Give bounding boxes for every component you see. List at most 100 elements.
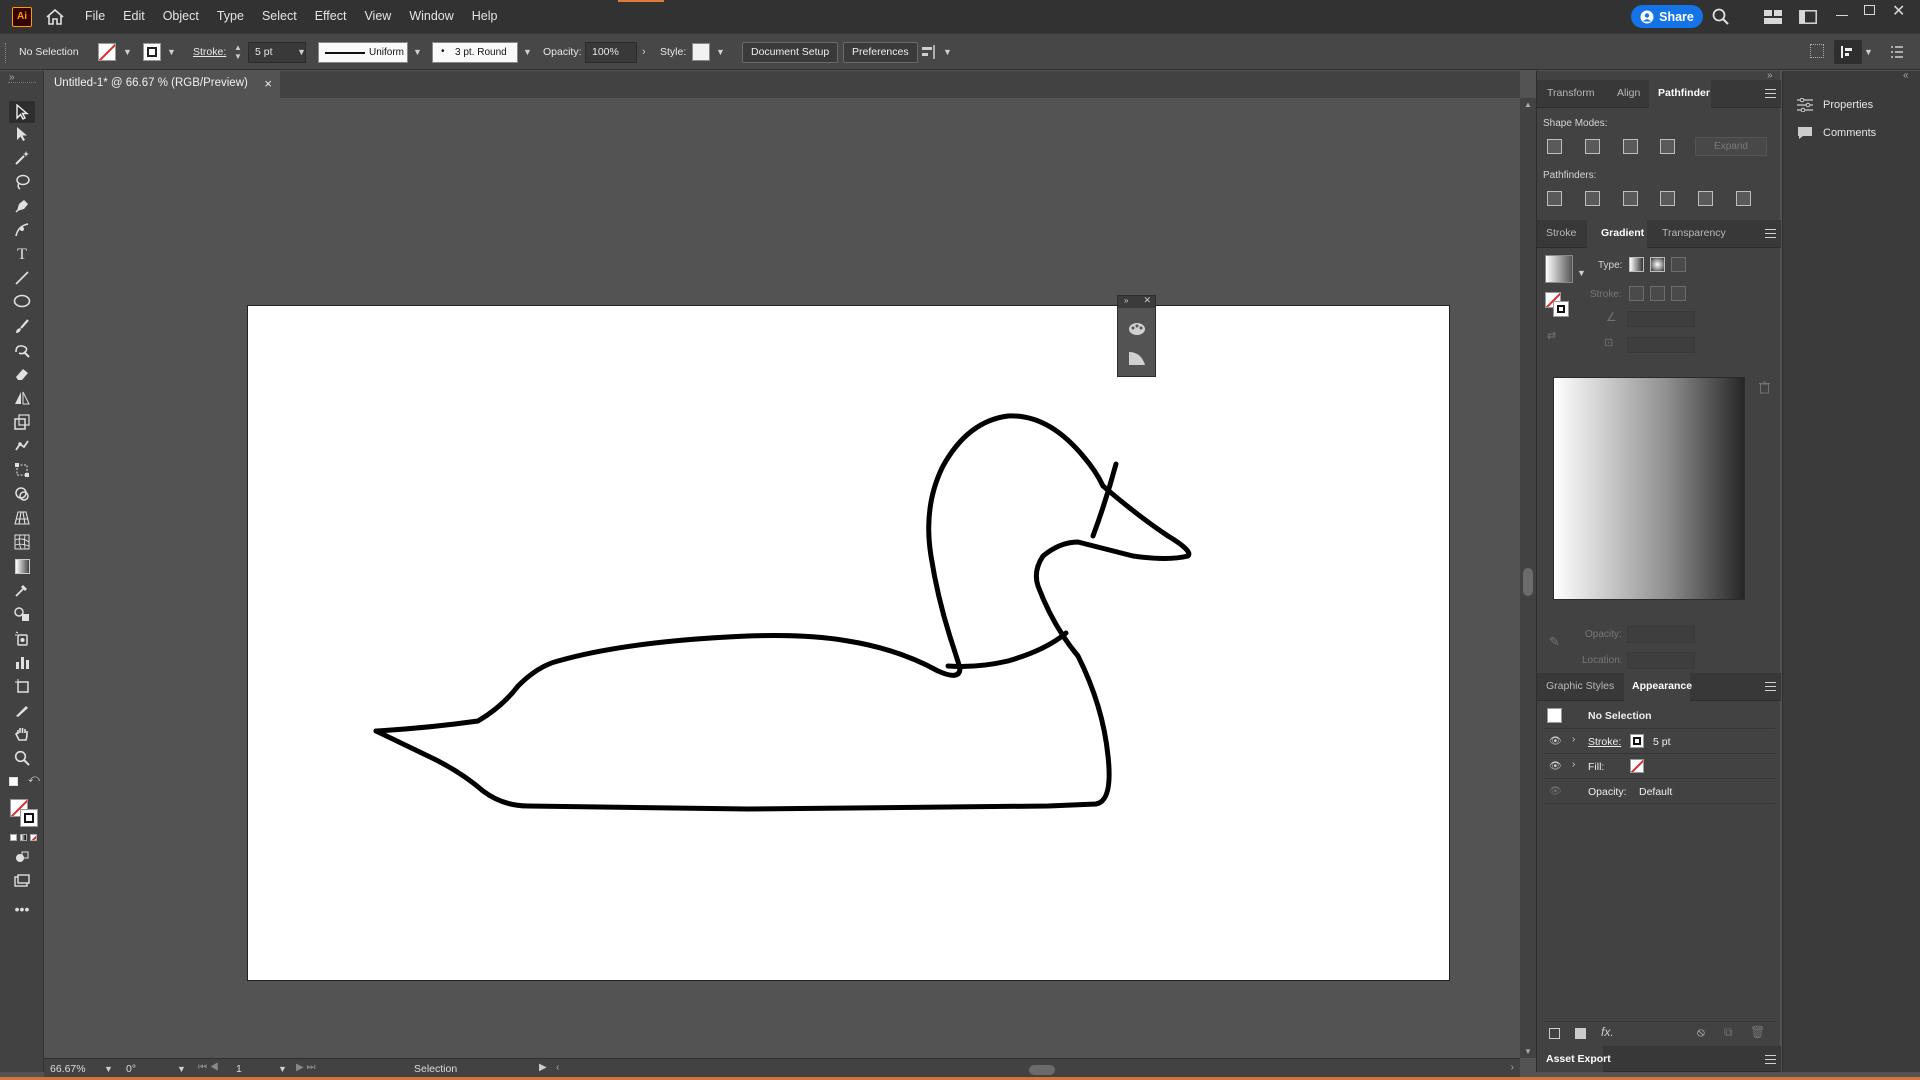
menu-type[interactable]: Type (208, 0, 253, 33)
arrange-documents-icon[interactable] (1799, 10, 1817, 27)
gradient-tool-icon[interactable] (12, 558, 32, 576)
direct-selection-tool-icon[interactable] (12, 126, 32, 144)
fill-visibility-eye-icon[interactable]: 👁 (1549, 761, 1562, 772)
appearance-panel-menu-icon[interactable] (1765, 682, 1776, 691)
hand-tool-icon[interactable] (12, 726, 32, 744)
angle-input[interactable] (1627, 311, 1695, 327)
freeform-gradient-icon[interactable] (1671, 257, 1686, 272)
artboard-next-icons[interactable]: ▶ ⏭ (296, 1062, 315, 1073)
appearance-fill-row[interactable]: 👁 › Fill: (1543, 754, 1775, 779)
unite-icon[interactable] (1547, 139, 1562, 154)
shaper-tool-icon[interactable] (12, 342, 32, 360)
close-panel-icon[interactable]: ✕ (1143, 295, 1151, 306)
stroke-weight-stepper-icon[interactable]: ▲ ▼ (234, 43, 242, 61)
tab-asset-export[interactable]: Asset Export (1546, 1053, 1611, 1065)
blend-tool-icon[interactable] (12, 606, 32, 624)
artboard[interactable] (247, 305, 1450, 981)
gradient-thumbnail[interactable] (1545, 255, 1573, 283)
default-fill-stroke-icon[interactable] (9, 777, 18, 786)
stroke-swatch-icon[interactable] (143, 43, 161, 61)
properties-toggle-icon[interactable] (1834, 40, 1862, 64)
document-setup-button[interactable]: Document Setup (742, 42, 839, 63)
swap-fill-stroke-icon[interactable]: ⤺ (28, 773, 40, 786)
opacity-visibility-eye-icon[interactable]: 👁 (1549, 786, 1562, 797)
screen-mode-icon[interactable] (12, 874, 32, 892)
preferences-button[interactable]: Preferences (843, 42, 918, 63)
status-menu-arrow-icon[interactable]: ▶ (539, 1062, 547, 1073)
tab-gradient[interactable]: Gradient (1601, 227, 1644, 239)
tab-transform[interactable]: Transform (1547, 87, 1594, 99)
shape-builder-tool-icon[interactable] (12, 486, 32, 504)
crop-icon[interactable] (1660, 191, 1675, 206)
menu-edit[interactable]: Edit (114, 0, 154, 33)
expand-dock-icon[interactable]: « (1903, 70, 1909, 81)
menu-effect[interactable]: Effect (306, 0, 356, 33)
artboard-dropdown-icon[interactable]: ▼ (278, 1064, 287, 1074)
menu-select[interactable]: Select (253, 0, 306, 33)
gradient-stroke-icon[interactable] (1553, 301, 1569, 317)
magic-wand-tool-icon[interactable] (12, 150, 32, 168)
expand-button[interactable]: Expand (1695, 137, 1767, 156)
lasso-tool-icon[interactable] (12, 174, 32, 192)
maximize-icon[interactable] (1864, 5, 1875, 15)
appearance-stroke-row[interactable]: 👁 › Stroke: 5 pt (1543, 729, 1775, 754)
selection-tool-icon[interactable] (9, 101, 35, 123)
outline-icon[interactable] (1698, 191, 1713, 206)
opacity-label[interactable]: Opacity: (543, 46, 582, 58)
appearance-stroke-value[interactable]: 5 pt (1653, 736, 1671, 748)
workspace-icon[interactable] (1764, 10, 1782, 27)
perspective-grid-tool-icon[interactable] (12, 510, 32, 528)
add-new-stroke-icon[interactable] (1549, 1028, 1560, 1039)
stroke-color-icon[interactable] (20, 809, 38, 827)
brush-definition[interactable]: • 3 pt. Round (432, 42, 518, 63)
stroke-label[interactable]: Stroke: (193, 46, 226, 58)
free-transform-tool-icon[interactable] (12, 462, 32, 480)
zoom-tool-icon[interactable] (12, 750, 32, 768)
fill-swatch-none-icon[interactable] (98, 43, 116, 61)
properties-panel-button[interactable]: Properties (1783, 93, 1920, 117)
menu-help[interactable]: Help (463, 0, 507, 33)
line-segment-tool-icon[interactable] (12, 270, 32, 288)
duplicate-item-icon[interactable]: ⧉ (1724, 1025, 1733, 1040)
expand-panel-icon[interactable]: » (1124, 296, 1128, 305)
paintbrush-tool-icon[interactable] (12, 318, 32, 336)
menu-file[interactable]: File (76, 0, 114, 33)
eyedropper-tool-icon[interactable] (12, 582, 32, 600)
tab-graphic-styles[interactable]: Graphic Styles (1546, 680, 1614, 692)
profile-dropdown-icon[interactable]: ▼ (413, 47, 422, 57)
pathfinder-panel-menu-icon[interactable] (1765, 89, 1776, 98)
stroke-across-icon[interactable] (1671, 286, 1686, 301)
appearance-fill-label[interactable]: Fill: (1588, 761, 1604, 773)
stroke-along-icon[interactable] (1650, 286, 1665, 301)
properties-toggle-dropdown-icon[interactable]: ▼ (1864, 47, 1873, 57)
align-options-dropdown-icon[interactable]: ▼ (943, 47, 952, 57)
minus-front-icon[interactable] (1585, 139, 1600, 154)
eraser-tool-icon[interactable] (12, 366, 32, 384)
stroke-visibility-eye-icon[interactable]: 👁 (1549, 736, 1562, 747)
reflect-tool-icon[interactable] (12, 390, 32, 408)
appearance-stroke-label[interactable]: Stroke: (1588, 736, 1621, 748)
delete-stop-icon[interactable] (1759, 381, 1770, 397)
radial-gradient-icon[interactable] (1650, 257, 1665, 272)
ellipse-tool-icon[interactable] (12, 294, 32, 312)
gradient-panel-icon[interactable] (1128, 350, 1146, 369)
gradient-preview[interactable] (1553, 377, 1745, 600)
align-options-icon[interactable] (921, 44, 937, 63)
home-icon[interactable] (46, 8, 64, 25)
tab-pathfinder[interactable]: Pathfinder (1658, 87, 1710, 99)
exclude-icon[interactable] (1660, 139, 1675, 154)
gradient-opacity-input[interactable] (1627, 626, 1695, 643)
artboard-tool-icon[interactable] (12, 678, 32, 696)
add-effect-icon[interactable]: fx. (1601, 1025, 1614, 1039)
appearance-stroke-swatch[interactable] (1630, 734, 1644, 748)
tab-align[interactable]: Align (1617, 87, 1640, 99)
type-tool-icon[interactable]: T (12, 246, 32, 264)
fill-expand-icon[interactable]: › (1572, 759, 1575, 770)
add-new-fill-icon[interactable] (1575, 1028, 1586, 1039)
menu-object[interactable]: Object (154, 0, 208, 33)
gradient-eyedropper-icon[interactable]: ✎ (1549, 634, 1560, 650)
canvas[interactable]: » ✕ (45, 98, 1520, 1058)
zoom-dropdown-icon[interactable]: ▼ (104, 1064, 113, 1074)
asset-export-menu-icon[interactable] (1765, 1055, 1776, 1064)
zoom-level-input[interactable]: 66.67% (50, 1063, 86, 1075)
